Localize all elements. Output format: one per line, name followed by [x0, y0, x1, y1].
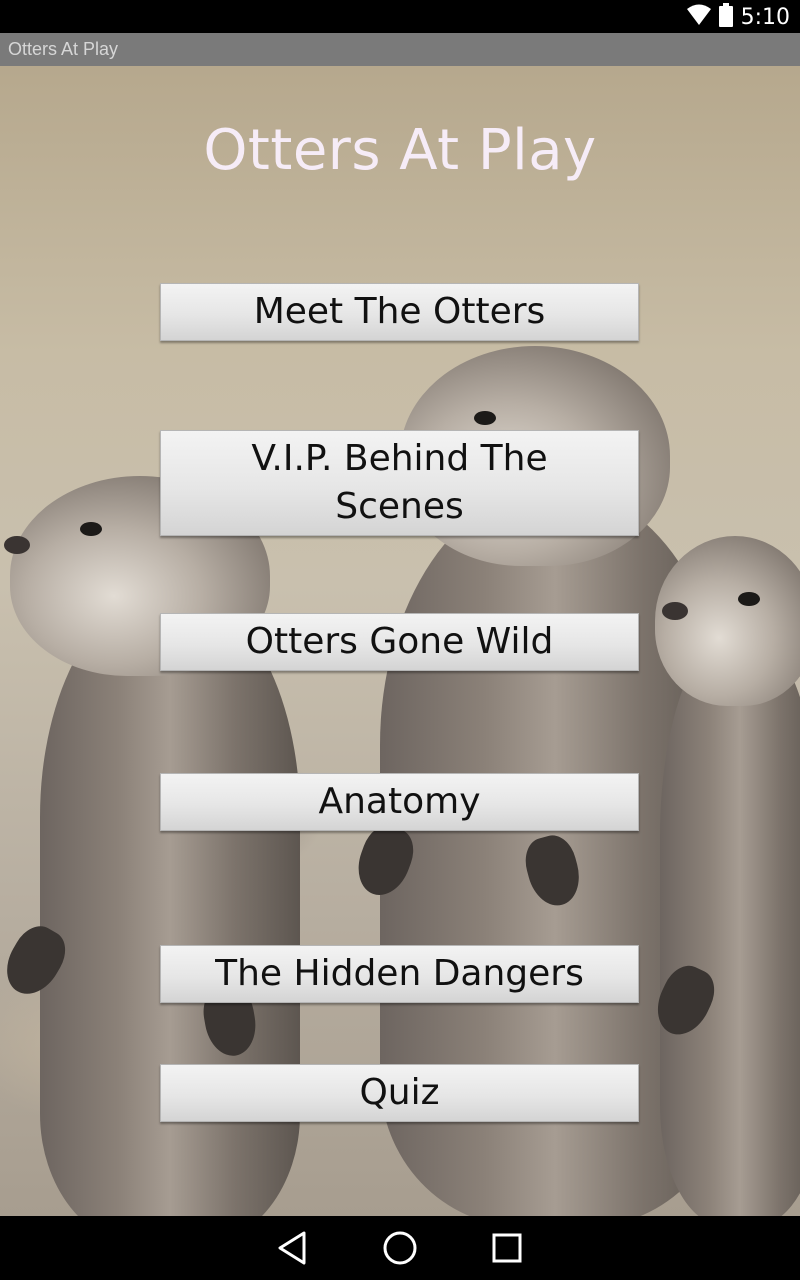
back-icon[interactable]	[270, 1228, 314, 1268]
navigation-bar	[0, 1216, 800, 1280]
main-content: Otters At Play Meet The Otters V.I.P. Be…	[0, 66, 800, 1216]
status-bar: 5:10	[0, 0, 800, 33]
vip-behind-the-scenes-button[interactable]: V.I.P. Behind The Scenes	[160, 430, 639, 536]
anatomy-button[interactable]: Anatomy	[160, 773, 639, 831]
hidden-dangers-button[interactable]: The Hidden Dangers	[160, 945, 639, 1003]
wifi-icon	[686, 4, 711, 31]
battery-icon	[718, 2, 733, 32]
otters-gone-wild-button[interactable]: Otters Gone Wild	[160, 613, 639, 671]
meet-the-otters-button[interactable]: Meet The Otters	[160, 283, 639, 341]
status-icons: 5:10	[686, 2, 790, 32]
page-title: Otters At Play	[203, 118, 597, 183]
app-title: Otters At Play	[8, 39, 119, 59]
app-title-bar: Otters At Play	[0, 33, 800, 66]
status-time: 5:10	[740, 4, 790, 30]
recents-icon[interactable]	[485, 1228, 529, 1268]
quiz-button[interactable]: Quiz	[160, 1064, 639, 1122]
home-icon[interactable]	[378, 1228, 422, 1268]
